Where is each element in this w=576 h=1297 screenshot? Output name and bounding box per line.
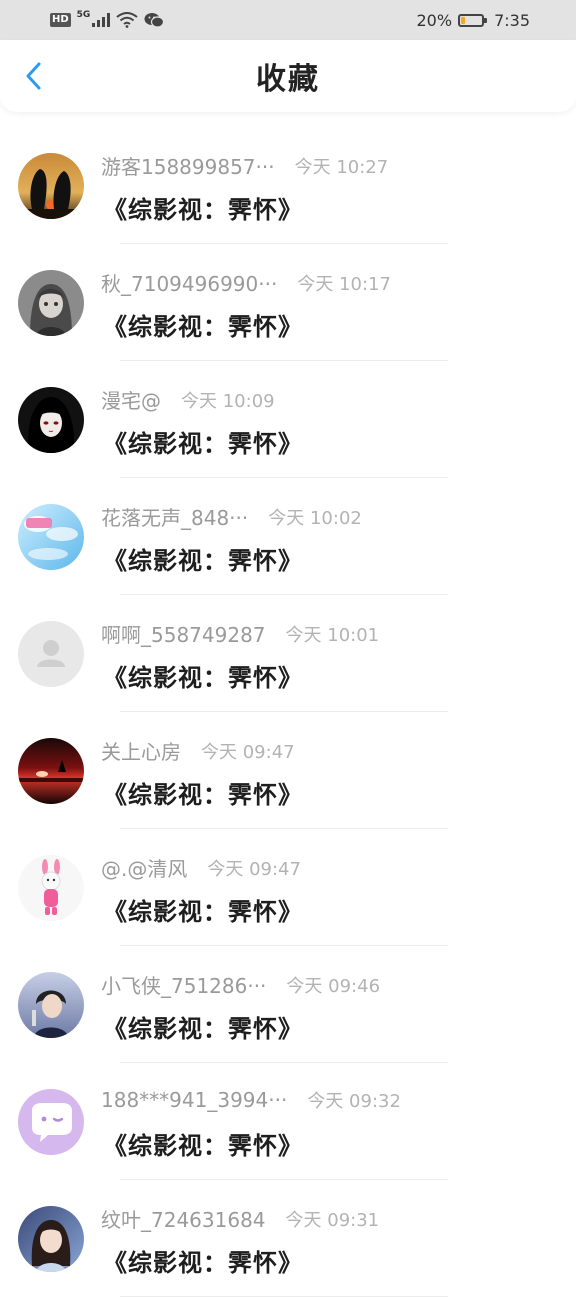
username: 纹叶_724631684	[101, 1208, 266, 1232]
status-left: HD 5G	[50, 10, 165, 28]
avatar-dark-anime-girl[interactable]	[18, 387, 84, 453]
item-meta: 啊啊_558749287 今天 10:01	[101, 619, 379, 648]
item-meta: 花落无声_848··· 今天 10:02	[101, 502, 362, 531]
username: 漫宅@	[101, 389, 161, 413]
book-title: 《综影视：霁怀》	[103, 664, 303, 692]
wechat-icon	[144, 13, 165, 28]
item-meta: 秋_7109496990··· 今天 10:17	[101, 268, 391, 297]
hd-badge: HD	[50, 13, 71, 27]
username: @.@清风	[101, 857, 188, 881]
item-meta: @.@清风 今天 09:47	[101, 853, 301, 882]
username: 秋_7109496990···	[101, 272, 278, 296]
username: 关上心房	[101, 740, 181, 764]
battery-icon	[458, 13, 488, 27]
avatar-girl-portrait[interactable]	[18, 1206, 84, 1272]
book-title: 《综影视：霁怀》	[103, 898, 303, 926]
wifi-icon	[116, 12, 138, 28]
timestamp: 今天 09:32	[307, 1091, 401, 1112]
signal-icon	[92, 13, 111, 27]
favorite-list-item[interactable]: 小飞侠_751286··· 今天 09:46 《综影视：霁怀》	[0, 946, 576, 1063]
avatar-boy-portrait[interactable]	[18, 972, 84, 1038]
book-title: 《综影视：霁怀》	[103, 547, 303, 575]
book-title: 《综影视：霁怀》	[103, 196, 303, 224]
chevron-left-icon	[26, 62, 41, 90]
favorite-list-item[interactable]: 关上心房 今天 09:47 《综影视：霁怀》	[0, 712, 576, 829]
item-meta: 188***941_3994··· 今天 09:32	[101, 1087, 401, 1113]
avatar-blue-sky-pink[interactable]	[18, 504, 84, 570]
back-button[interactable]	[16, 58, 52, 94]
favorite-list-item[interactable]: @.@清风 今天 09:47 《综影视：霁怀》	[0, 829, 576, 946]
username: 花落无声_848···	[101, 506, 249, 530]
item-meta: 纹叶_724631684 今天 09:31	[101, 1204, 379, 1233]
book-title: 《综影视：霁怀》	[103, 1132, 303, 1160]
avatar-red-sunset[interactable]	[18, 738, 84, 804]
favorite-list-item[interactable]: 纹叶_724631684 今天 09:31 《综影视：霁怀》	[0, 1180, 576, 1297]
timestamp: 今天 10:17	[297, 273, 391, 295]
item-meta: 小飞侠_751286··· 今天 09:46	[101, 970, 380, 999]
avatar-pink-plush-bunny[interactable]	[18, 855, 84, 921]
timestamp: 今天 09:31	[285, 1209, 380, 1231]
clock: 7:35	[494, 10, 530, 30]
timestamp: 今天 09:47	[207, 858, 301, 880]
favorite-list-item[interactable]: 游客158899857··· 今天 10:27 《综影视：霁怀》	[0, 127, 576, 244]
favorites-list: 游客158899857··· 今天 10:27 《综影视：霁怀》 秋_71094…	[0, 127, 576, 1297]
timestamp: 今天 10:01	[285, 624, 380, 646]
item-meta: 关上心房 今天 09:47	[101, 736, 295, 765]
avatar-penguin-silhouette-sunset[interactable]	[18, 153, 84, 219]
page-title: 收藏	[256, 62, 320, 97]
avatar-default-user[interactable]	[18, 621, 84, 687]
timestamp: 今天 09:47	[201, 741, 295, 763]
book-title: 《综影视：霁怀》	[103, 313, 303, 341]
username: 游客158899857···	[101, 155, 275, 179]
favorite-list-item[interactable]: 秋_7109496990··· 今天 10:17 《综影视：霁怀》	[0, 244, 576, 361]
avatar-grey-anime-girl[interactable]	[18, 270, 84, 336]
timestamp: 今天 10:27	[294, 156, 389, 178]
username: 188***941_3994···	[101, 1088, 288, 1112]
battery-fill	[461, 16, 466, 24]
item-meta: 漫宅@ 今天 10:09	[101, 385, 275, 414]
favorite-list-item[interactable]: 花落无声_848··· 今天 10:02 《综影视：霁怀》	[0, 478, 576, 595]
avatar-purple-chat-bubble[interactable]	[18, 1089, 84, 1155]
timestamp: 今天 10:02	[268, 507, 362, 529]
item-meta: 游客158899857··· 今天 10:27	[101, 151, 388, 180]
book-title: 《综影视：霁怀》	[103, 781, 303, 809]
book-title: 《综影视：霁怀》	[103, 1249, 303, 1277]
battery-text: 20%	[416, 10, 453, 30]
book-title: 《综影视：霁怀》	[103, 430, 303, 458]
book-title: 《综影视：霁怀》	[103, 1015, 303, 1043]
favorite-list-item[interactable]: 啊啊_558749287 今天 10:01 《综影视：霁怀》	[0, 595, 576, 712]
timestamp: 今天 09:46	[286, 975, 381, 997]
status-right: 20% 7:35	[417, 11, 531, 30]
timestamp: 今天 10:09	[181, 390, 275, 412]
username: 小飞侠_751286···	[101, 974, 267, 998]
favorite-list-item[interactable]: 漫宅@ 今天 10:09 《综影视：霁怀》	[0, 361, 576, 478]
header: 收藏	[0, 40, 576, 112]
username: 啊啊_558749287	[101, 623, 266, 647]
favorite-list-item[interactable]: 188***941_3994··· 今天 09:32 《综影视：霁怀》	[0, 1063, 576, 1180]
status-bar: HD 5G 20% 7:35	[0, 0, 576, 40]
network-type: 5G	[76, 10, 91, 20]
